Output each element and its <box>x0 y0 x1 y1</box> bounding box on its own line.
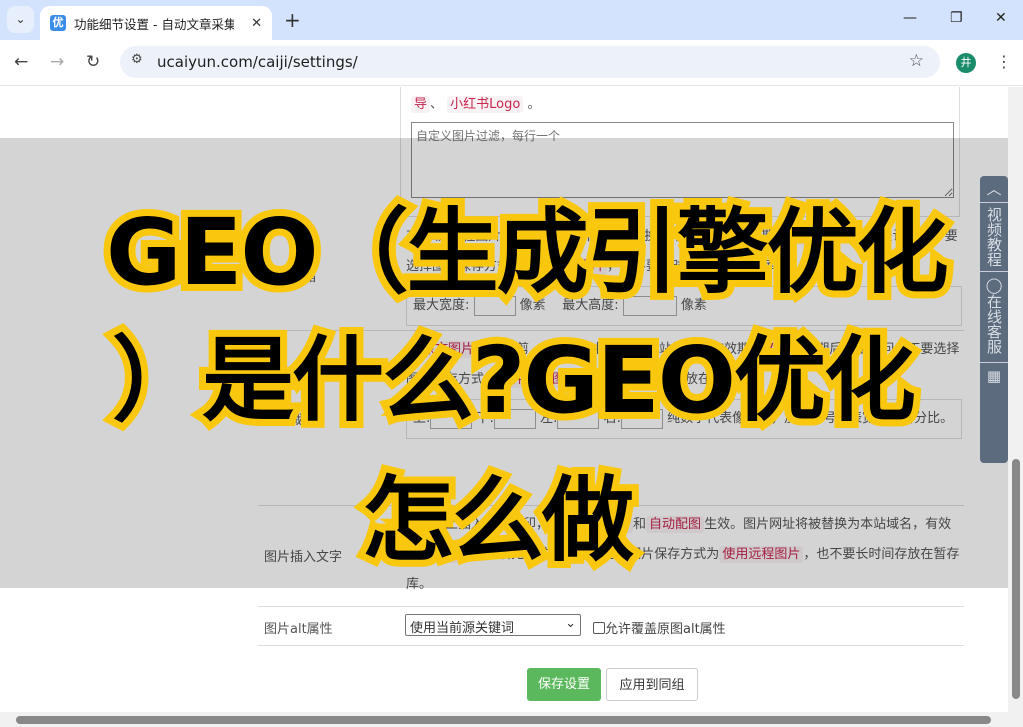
checkbox-label: 允许覆盖原图alt属性 <box>605 622 726 637</box>
site-info-icon[interactable]: ⚙ <box>131 52 143 67</box>
code-tag: 导 <box>411 96 431 113</box>
new-tab-button[interactable]: + <box>284 8 301 32</box>
alt-source-select[interactable]: 使用当前源关键词 ⌄ <box>405 614 581 636</box>
horizontal-scrollbar[interactable] <box>0 712 1023 727</box>
save-settings-button[interactable]: 保存设置 <box>527 668 601 701</box>
floating-sidebar: ︿ 视频教程 ◯ 在线客服 ▦ <box>980 176 1008 463</box>
overlay-title-line2: ）是什么?GEO优化 <box>105 320 923 441</box>
profile-avatar[interactable]: 井 <box>956 53 976 73</box>
active-tab[interactable]: 优 功能细节设置 - 自动文章采集器 ✕ <box>40 6 272 40</box>
reload-button[interactable]: ↻ <box>86 52 100 72</box>
back-to-top-button[interactable]: ︿ <box>980 176 1008 203</box>
scroll-thumb[interactable] <box>1012 459 1020 699</box>
minimize-button[interactable]: — <box>903 10 917 26</box>
vertical-scrollbar[interactable] <box>1008 87 1023 712</box>
row-label: 图片alt属性 <box>264 622 333 637</box>
service-label: 在线客服 <box>985 294 1003 354</box>
scroll-thumb[interactable] <box>16 716 991 724</box>
chevron-down-icon: ⌄ <box>565 616 576 631</box>
tab-bar: ⌄ 优 功能细节设置 - 自动文章采集器 ✕ + — ❐ ✕ <box>0 0 1023 40</box>
separator: 、 <box>430 97 444 112</box>
tab-title: 功能细节设置 - 自动文章采集器 <box>74 16 234 32</box>
tab-search-button[interactable]: ⌄ <box>7 6 34 33</box>
headset-icon: ◯ <box>985 276 1003 294</box>
period: 。 <box>527 97 541 112</box>
browser-toolbar: ← → ↻ ⚙ ucaiyun.com/caiji/settings/ ☆ 井 … <box>0 40 1023 86</box>
tab-close-icon[interactable]: ✕ <box>251 16 262 31</box>
checkbox-icon[interactable] <box>593 622 605 634</box>
code-tag: 小红书Logo <box>447 96 524 113</box>
qrcode-icon[interactable]: ▦ <box>980 363 1008 389</box>
apply-to-group-button[interactable]: 应用到同组 <box>606 668 698 701</box>
video-tutorial-button[interactable]: 视频教程 <box>980 203 1008 272</box>
overlay-title-line1: GEO（生成引擎优化 <box>99 192 956 313</box>
bookmark-star-icon[interactable]: ☆ <box>909 51 924 71</box>
address-bar[interactable]: ⚙ ucaiyun.com/caiji/settings/ ☆ <box>120 46 940 78</box>
menu-icon[interactable]: ⋮ <box>996 52 1012 71</box>
online-service-button[interactable]: ◯ 在线客服 <box>980 272 1008 363</box>
forward-button[interactable]: → <box>50 52 64 72</box>
url-text[interactable]: ucaiyun.com/caiji/settings/ <box>157 53 358 71</box>
selected-value: 使用当前源关键词 <box>410 621 515 636</box>
allow-override-alt-checkbox[interactable]: 允许覆盖原图alt属性 <box>593 618 726 637</box>
back-button[interactable]: ← <box>14 52 28 72</box>
filter-description: 导、 小红书Logo 。 <box>411 95 541 115</box>
restore-button[interactable]: ❐ <box>950 10 963 26</box>
close-window-button[interactable]: ✕ <box>995 10 1007 26</box>
favicon-icon: 优 <box>50 15 66 31</box>
overlay-title-line3: 怎么做 <box>355 460 641 581</box>
